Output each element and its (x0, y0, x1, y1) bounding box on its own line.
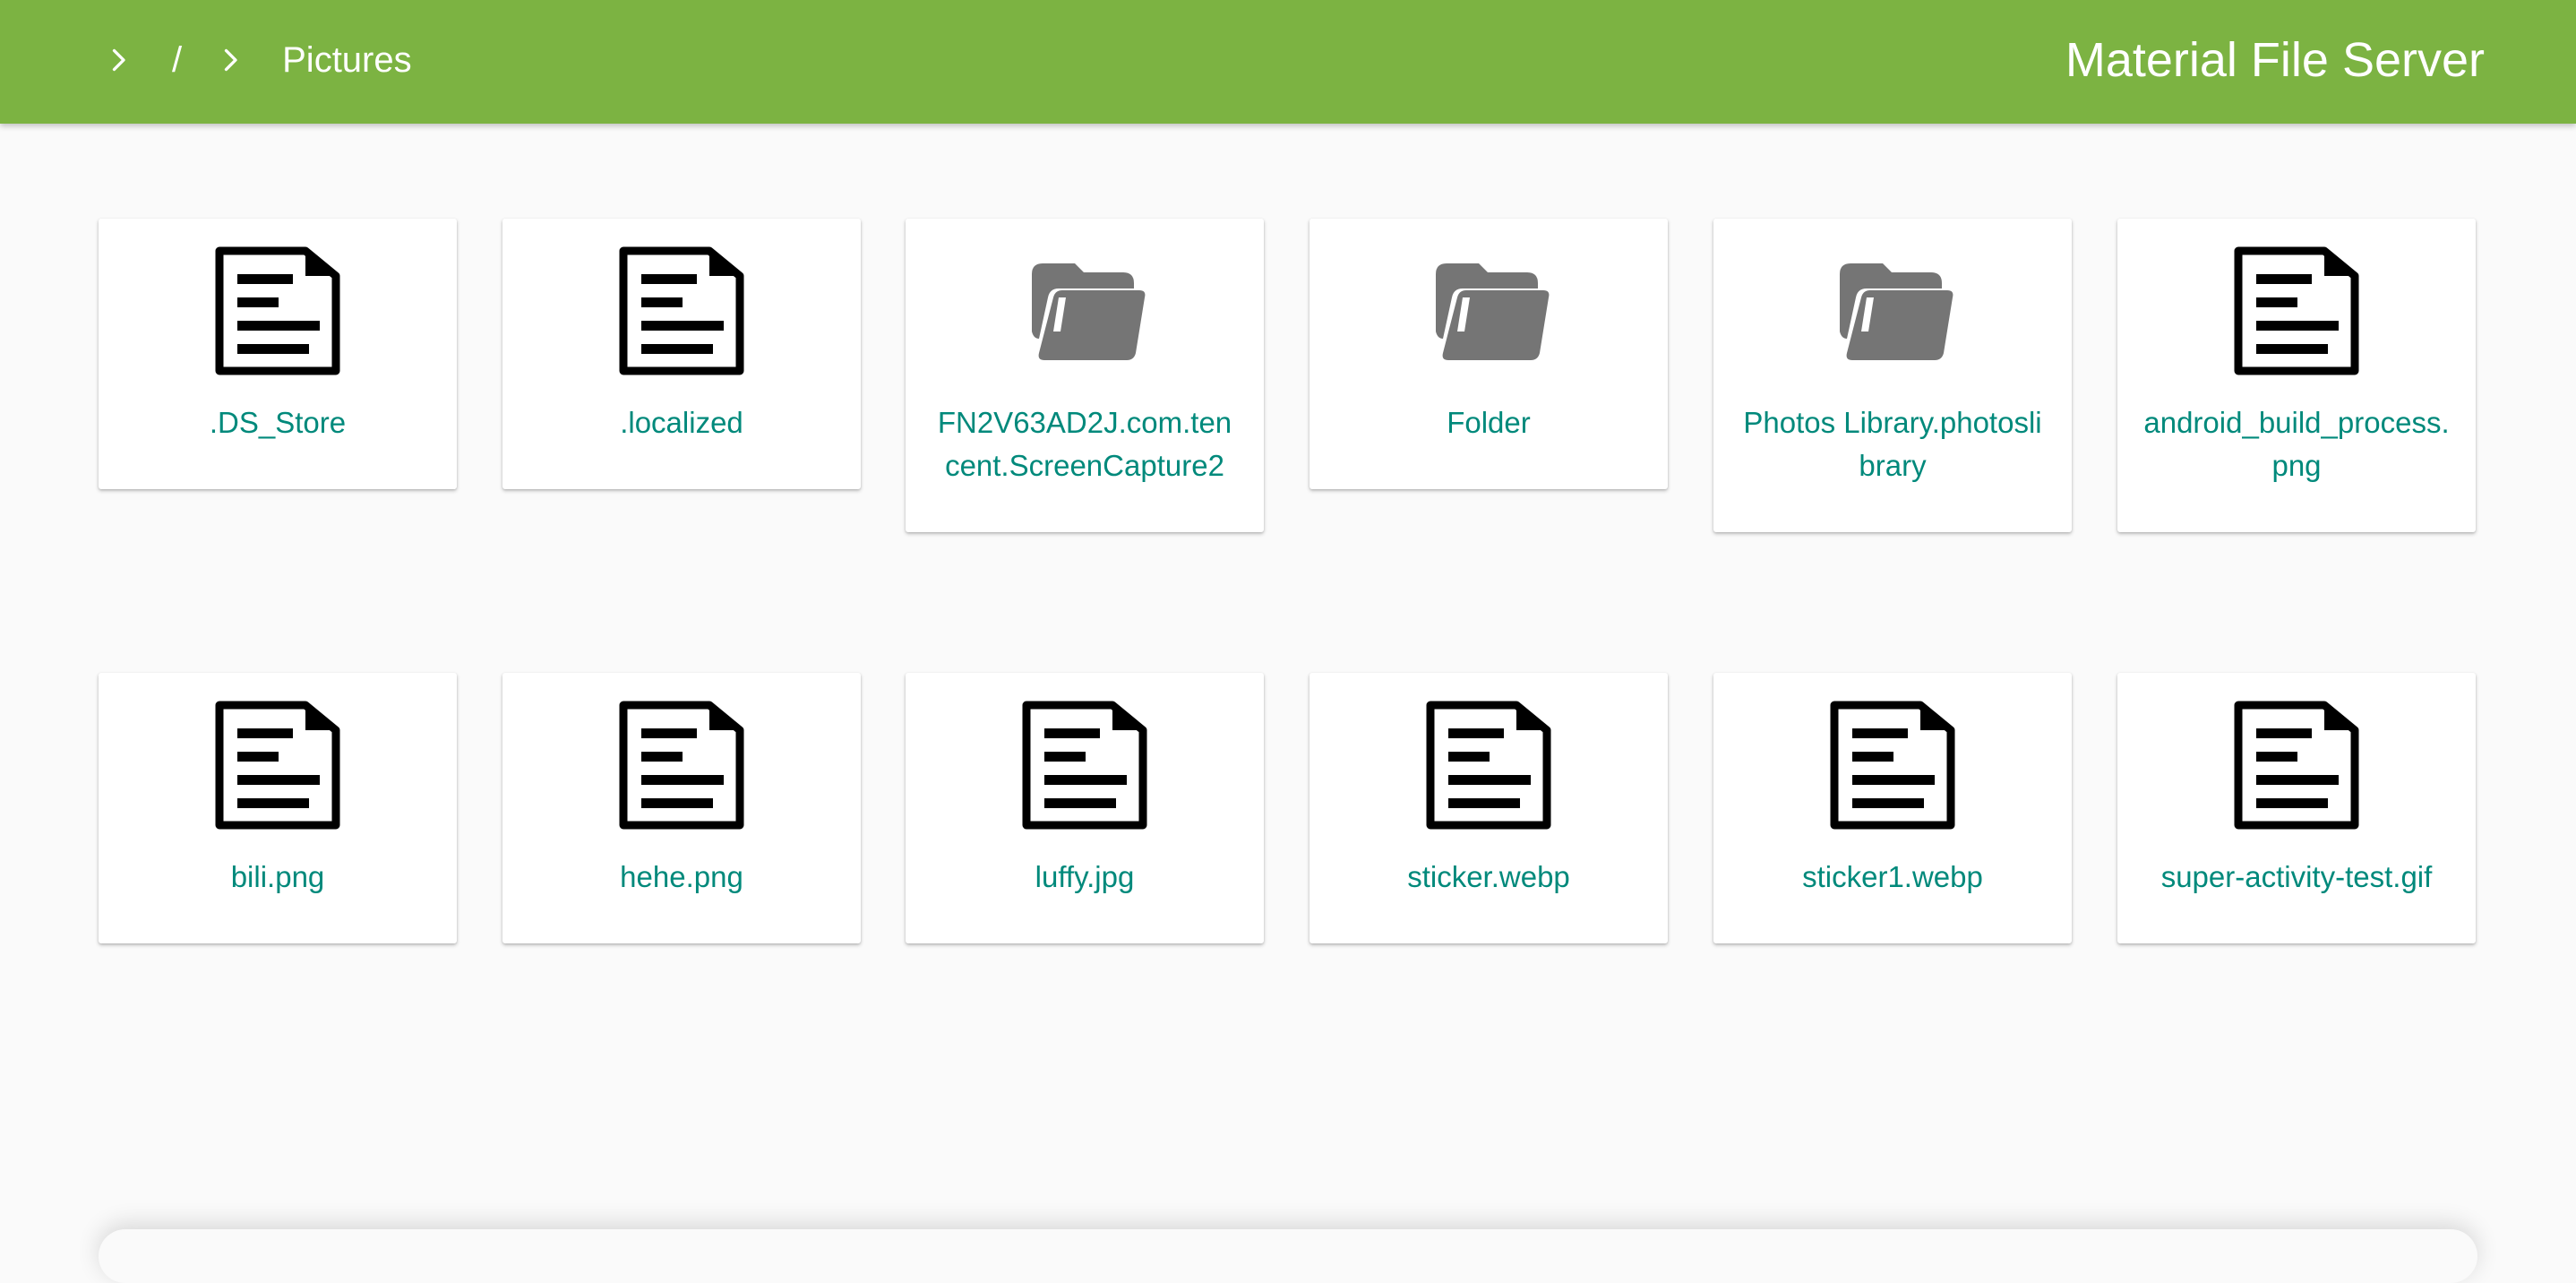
chevron-right-icon[interactable] (212, 42, 248, 78)
document-icon (2234, 246, 2359, 375)
file-name[interactable]: bili.png (124, 856, 432, 943)
file-name[interactable]: super-activity-test.gif (2142, 856, 2451, 943)
folder-card[interactable]: Photos Library.photoslibrary (1713, 219, 2072, 532)
document-icon (1830, 701, 1955, 830)
folder-name[interactable]: Folder (1335, 401, 1643, 489)
bottom-panel-edge (99, 1229, 2477, 1283)
folder-icon (1032, 263, 1146, 360)
breadcrumb: / Pictures (100, 0, 412, 120)
app-title: Material File Server (2065, 33, 2485, 87)
folder-card[interactable]: FN2V63AD2J.com.tencent.ScreenCapture2 (906, 219, 1264, 532)
file-card[interactable]: sticker.webp (1309, 673, 1668, 943)
document-icon (1426, 701, 1551, 830)
breadcrumb-root[interactable]: / (172, 42, 182, 78)
file-card[interactable]: super-activity-test.gif (2117, 673, 2476, 943)
document-icon (215, 701, 340, 830)
document-icon (619, 246, 744, 375)
folder-name[interactable]: FN2V63AD2J.com.tencent.ScreenCapture2 (931, 401, 1239, 532)
file-name[interactable]: .localized (528, 401, 836, 489)
file-card[interactable]: .localized (502, 219, 861, 489)
folder-icon (1436, 263, 1550, 360)
file-name[interactable]: android_build_process.png (2142, 401, 2451, 532)
document-icon (2234, 701, 2359, 830)
file-card[interactable]: sticker1.webp (1713, 673, 2072, 943)
file-name[interactable]: sticker1.webp (1739, 856, 2047, 943)
file-card[interactable]: .DS_Store (99, 219, 457, 489)
file-card[interactable]: android_build_process.png (2117, 219, 2476, 532)
document-icon (215, 246, 340, 375)
folder-icon (1840, 263, 1953, 360)
file-name[interactable]: luffy.jpg (931, 856, 1239, 943)
file-name[interactable]: sticker.webp (1335, 856, 1643, 943)
breadcrumb-current-folder[interactable]: Pictures (282, 42, 412, 78)
folder-name[interactable]: Photos Library.photoslibrary (1739, 401, 2047, 532)
file-grid: .DS_Store .localized FN2V63AD2J.com.tenc… (0, 0, 2576, 1256)
chevron-right-icon[interactable] (100, 42, 136, 78)
file-name[interactable]: .DS_Store (124, 401, 432, 489)
file-card[interactable]: hehe.png (502, 673, 861, 943)
app-bar: / Pictures Material File Server (0, 0, 2576, 124)
file-name[interactable]: hehe.png (528, 856, 836, 943)
document-icon (1022, 701, 1147, 830)
document-icon (619, 701, 744, 830)
file-card[interactable]: luffy.jpg (906, 673, 1264, 943)
folder-card[interactable]: Folder (1309, 219, 1668, 489)
file-card[interactable]: bili.png (99, 673, 457, 943)
